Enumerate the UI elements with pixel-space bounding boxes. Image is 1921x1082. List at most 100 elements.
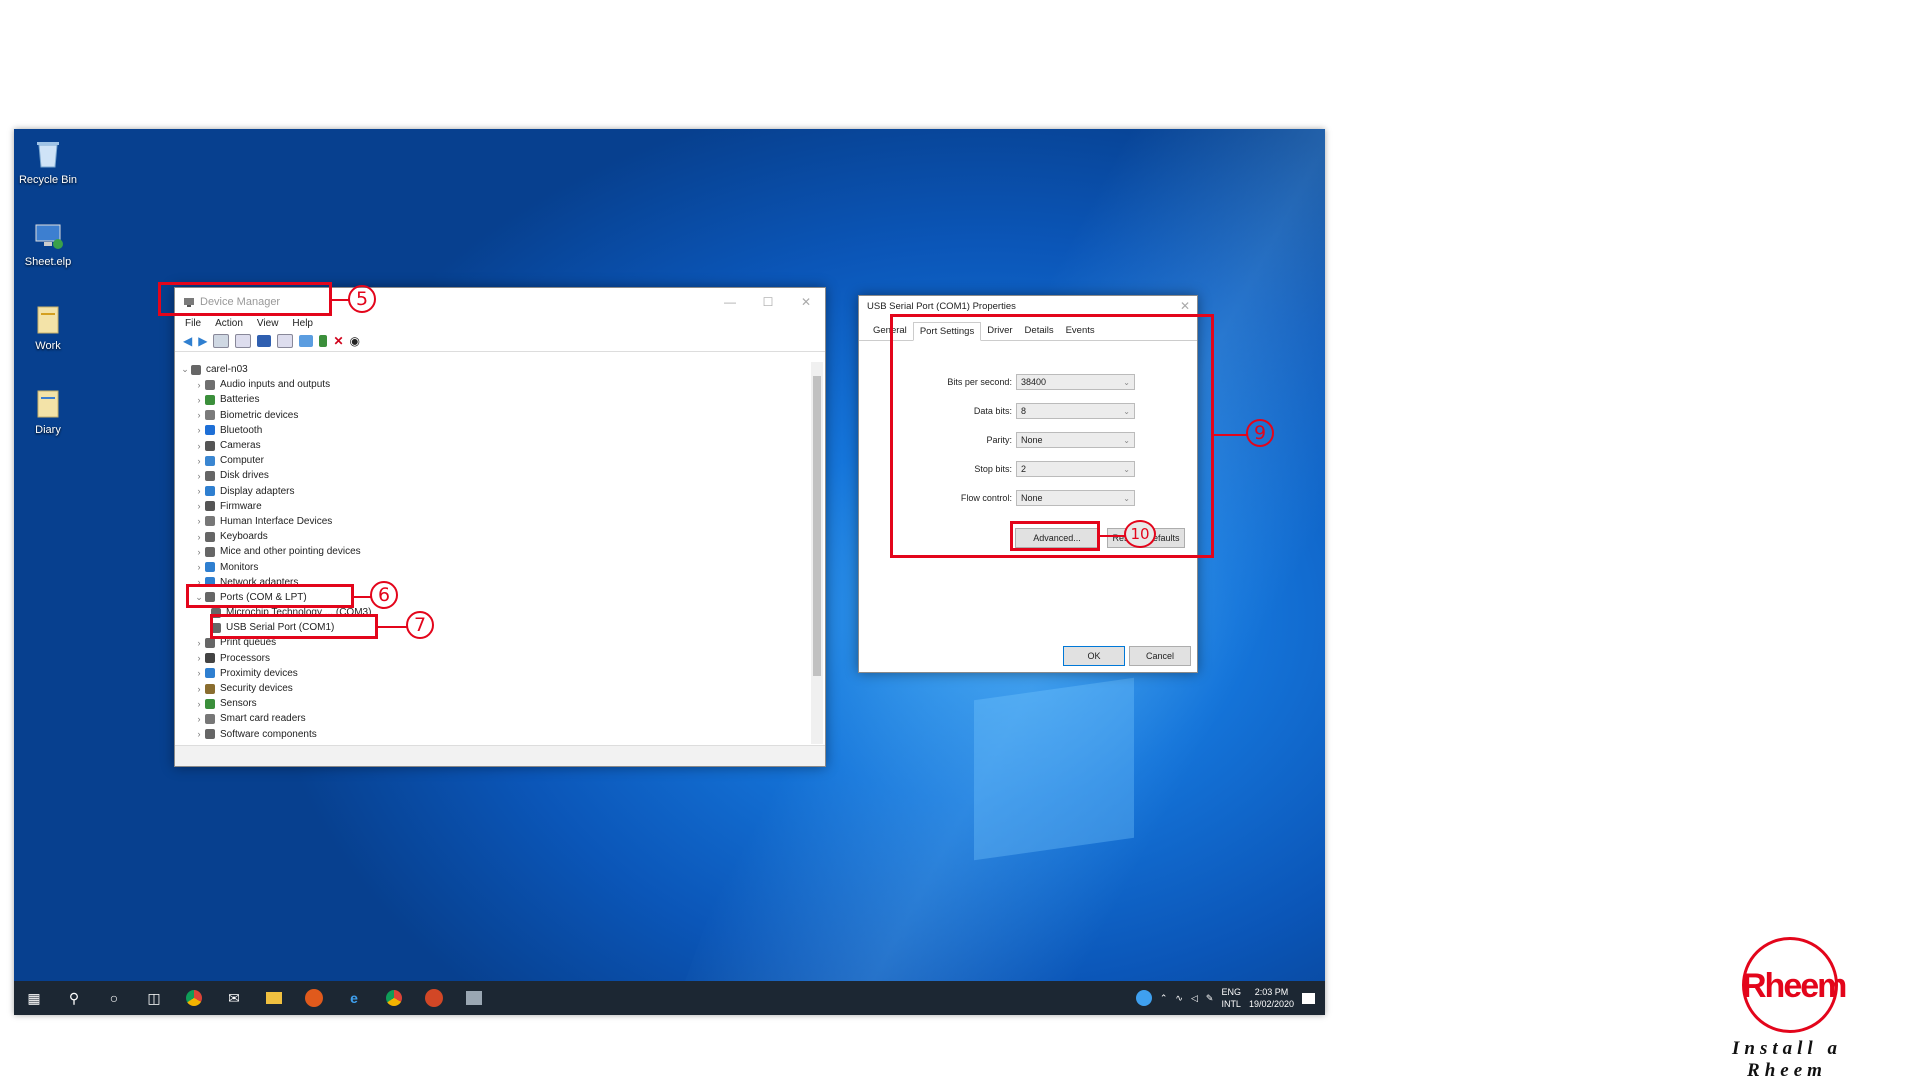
wifi-icon[interactable]: ∿ xyxy=(1175,993,1183,1004)
tree-item[interactable]: › Display adapters xyxy=(179,484,809,499)
device-category-icon xyxy=(205,379,215,390)
tree-item[interactable]: › Firmware xyxy=(179,499,809,514)
chevron-right-icon[interactable]: › xyxy=(193,714,205,724)
tree-item[interactable]: › Monitors xyxy=(179,559,809,574)
properties-icon[interactable] xyxy=(213,334,230,348)
chevron-down-icon[interactable]: ⌄ xyxy=(179,364,191,375)
start-windows-icon[interactable]: ▦ xyxy=(14,981,54,1015)
tree-item-label: Display adapters xyxy=(220,485,295,497)
desktop-icon-sheet[interactable]: Sheet.elp xyxy=(18,219,78,268)
tree-item[interactable]: › Human Interface Devices xyxy=(179,514,809,529)
chrome-icon[interactable] xyxy=(374,981,414,1015)
cortana-circle-icon[interactable]: ○ xyxy=(94,981,134,1015)
chevron-right-icon[interactable]: › xyxy=(193,425,205,435)
tree-item[interactable]: › Security devices xyxy=(179,681,809,696)
chevron-right-icon[interactable]: › xyxy=(193,668,205,678)
taskbar: ▦ ⚲ ○ ◫ ✉ e ⌃ ∿ ◁ ✎ ENG INTL 2:03 PM 19/… xyxy=(14,981,1325,1015)
chevron-right-icon[interactable]: › xyxy=(193,547,205,557)
volume-icon[interactable]: ◁ xyxy=(1191,993,1198,1004)
chevron-right-icon[interactable]: › xyxy=(193,501,205,511)
tree-item[interactable]: › Keyboards xyxy=(179,529,809,544)
chevron-right-icon[interactable]: › xyxy=(193,684,205,694)
desktop-icon-diary[interactable]: Diary xyxy=(18,387,78,436)
scan-circle-icon[interactable]: ◉ xyxy=(350,334,360,348)
list-icon[interactable] xyxy=(235,334,252,348)
chevron-right-icon[interactable]: › xyxy=(193,471,205,481)
tree-item[interactable]: › Computer xyxy=(179,453,809,468)
tree-item[interactable]: › Cameras xyxy=(179,438,809,453)
language-code: ENG xyxy=(1221,987,1241,997)
internet-explorer-icon[interactable]: e xyxy=(334,981,374,1015)
chrome-icon[interactable] xyxy=(174,981,214,1015)
windows-desktop-screenshot: Recycle Bin Sheet.elp Work Diary Device … xyxy=(14,129,1325,1015)
chevron-right-icon[interactable]: › xyxy=(193,699,205,709)
help-tray-icon[interactable] xyxy=(1135,990,1152,1006)
tree-item[interactable]: › Audio inputs and outputs xyxy=(179,377,809,392)
chevron-right-icon[interactable]: › xyxy=(193,380,205,390)
desktop-icon-recycle-bin[interactable]: Recycle Bin xyxy=(18,137,78,186)
notifications-icon[interactable] xyxy=(1302,992,1315,1004)
tree-item[interactable]: › Sensors xyxy=(179,696,809,711)
clock[interactable]: 2:03 PM 19/02/2020 xyxy=(1249,986,1294,1010)
tree-item[interactable]: › Biometric devices xyxy=(179,408,809,423)
chevron-right-icon[interactable]: › xyxy=(193,562,205,572)
tree-item-label: Bluetooth xyxy=(220,424,263,436)
pen-icon[interactable]: ✎ xyxy=(1206,993,1214,1004)
chevron-up-icon[interactable]: ⌃ xyxy=(1160,993,1168,1004)
uninstall-x-icon[interactable]: ✕ xyxy=(333,334,343,348)
properties-titlebar[interactable]: USB Serial Port (COM1) Properties ✕ xyxy=(859,296,1197,316)
chevron-right-icon[interactable]: › xyxy=(193,410,205,420)
tree-item[interactable]: › Smart card readers xyxy=(179,711,809,726)
add-driver-icon[interactable] xyxy=(319,335,328,347)
tree-item[interactable]: › Proximity devices xyxy=(179,666,809,681)
task-view-icon[interactable]: ◫ xyxy=(134,981,174,1015)
tree-item[interactable]: › Mice and other pointing devices xyxy=(179,544,809,559)
rheem-logo: Rheem Install a Rheem xyxy=(1688,937,1886,1081)
maximize-button[interactable]: ☐ xyxy=(749,295,787,309)
language-indicator[interactable]: ENG INTL xyxy=(1221,986,1241,1010)
properties-close-button[interactable]: ✕ xyxy=(1173,299,1197,313)
help-icon[interactable] xyxy=(257,335,272,347)
scrollbar-thumb[interactable] xyxy=(813,376,821,676)
tree-item-label: Firmware xyxy=(220,500,262,512)
chevron-right-icon[interactable]: › xyxy=(193,729,205,739)
chevron-right-icon[interactable]: › xyxy=(193,395,205,405)
tree-item[interactable]: › Software components xyxy=(179,727,809,742)
tree-item-label: Disk drives xyxy=(220,470,269,482)
file-explorer-icon[interactable] xyxy=(254,981,294,1015)
tree-root[interactable]: ⌄ carel-n03 xyxy=(179,362,809,377)
menu-help[interactable]: Help xyxy=(292,318,313,329)
cancel-button[interactable]: Cancel xyxy=(1129,646,1191,666)
desktop-icon-work[interactable]: Work xyxy=(18,303,78,352)
back-arrow-icon[interactable]: ◀ xyxy=(183,334,192,348)
forward-arrow-icon[interactable]: ▶ xyxy=(198,334,207,348)
view-icon[interactable] xyxy=(277,334,294,348)
minimize-button[interactable]: — xyxy=(711,295,749,309)
chevron-right-icon[interactable]: › xyxy=(193,638,205,648)
menu-view[interactable]: View xyxy=(257,318,279,329)
device-app-icon[interactable] xyxy=(454,981,494,1015)
menu-action[interactable]: Action xyxy=(215,318,243,329)
menu-file[interactable]: File xyxy=(185,318,201,329)
chevron-right-icon[interactable]: › xyxy=(193,441,205,451)
close-button[interactable]: ✕ xyxy=(787,295,825,309)
chevron-right-icon[interactable]: › xyxy=(193,516,205,526)
mail-icon[interactable]: ✉ xyxy=(214,981,254,1015)
chevron-right-icon[interactable]: › xyxy=(193,653,205,663)
tree-item[interactable]: › Bluetooth xyxy=(179,423,809,438)
monitor-icon[interactable] xyxy=(299,335,314,347)
act-app-icon[interactable] xyxy=(294,981,334,1015)
chevron-right-icon[interactable]: › xyxy=(193,532,205,542)
tree-item[interactable]: › Processors xyxy=(179,651,809,666)
powerpoint-icon[interactable] xyxy=(414,981,454,1015)
device-category-icon xyxy=(205,713,215,724)
tree-item[interactable]: › Disk drives xyxy=(179,468,809,483)
device-manager-window[interactable]: Device Manager — ☐ ✕ File Action View He… xyxy=(174,287,826,767)
device-category-icon xyxy=(205,729,215,740)
chevron-right-icon[interactable]: › xyxy=(193,456,205,466)
vertical-scrollbar[interactable] xyxy=(811,362,823,744)
ok-button[interactable]: OK xyxy=(1063,646,1125,666)
search-icon[interactable]: ⚲ xyxy=(54,981,94,1015)
chevron-right-icon[interactable]: › xyxy=(193,486,205,496)
tree-item[interactable]: › Batteries xyxy=(179,392,809,407)
